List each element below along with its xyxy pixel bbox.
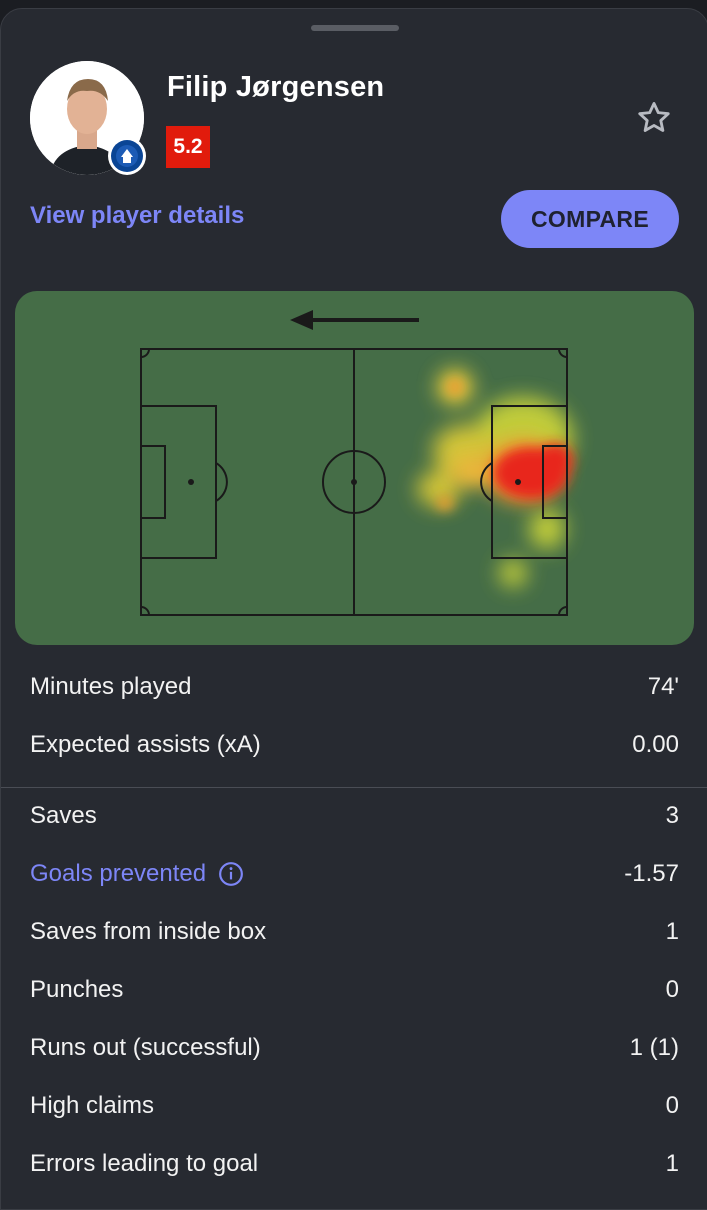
- chelsea-badge-icon: [108, 137, 146, 175]
- stat-row-xa: Expected assists (xA) 0.00: [1, 717, 707, 775]
- stat-label: Punches: [30, 976, 124, 1003]
- star-icon[interactable]: [635, 99, 673, 137]
- compare-button[interactable]: COMPARE: [501, 190, 679, 248]
- heatmap-pitch: [15, 291, 694, 645]
- stat-label: Minutes played: [30, 673, 192, 700]
- stat-row-high-claims: High claims 0: [1, 1078, 707, 1136]
- stat-row-minutes: Minutes played 74': [1, 659, 707, 717]
- stat-row-errors-to-goal: Errors leading to goal 1: [1, 1136, 707, 1194]
- stat-label: Errors leading to goal: [30, 1150, 259, 1177]
- stat-label: Runs out (successful): [30, 1034, 261, 1061]
- stat-row-goals-prevented[interactable]: Goals prevented -1.57: [1, 846, 707, 904]
- attack-direction-arrow-icon: [290, 310, 419, 330]
- stat-label: Expected assists (xA): [30, 731, 261, 758]
- player-rating-badge: 5.2: [166, 126, 210, 168]
- stat-value: 0: [665, 1092, 679, 1119]
- stat-value: 1 (1): [629, 1034, 679, 1061]
- stat-value: 0: [665, 976, 679, 1003]
- drag-handle[interactable]: [311, 25, 399, 31]
- stat-value: -1.57: [624, 860, 679, 887]
- info-icon[interactable]: [218, 861, 244, 887]
- stat-row-saves: Saves 3: [1, 788, 707, 846]
- stat-row-punches: Punches 0: [1, 962, 707, 1020]
- player-name: Filip Jørgensen: [167, 71, 385, 103]
- stat-label: Goals prevented: [30, 860, 207, 887]
- stat-row-saves-inside-box: Saves from inside box 1: [1, 904, 707, 962]
- stat-row-runs-out: Runs out (successful) 1 (1): [1, 1020, 707, 1078]
- stat-value: 3: [665, 802, 679, 829]
- stats-list: Minutes played 74' Expected assists (xA)…: [1, 659, 707, 1194]
- stat-label: Saves: [30, 802, 97, 829]
- view-player-details-link[interactable]: View player details: [30, 202, 244, 230]
- stat-label: High claims: [30, 1092, 155, 1119]
- stat-value: 74': [647, 673, 679, 700]
- stat-value: 1: [665, 1150, 679, 1177]
- heatmap-hotspots: [417, 369, 573, 587]
- stat-label: Saves from inside box: [30, 918, 267, 945]
- player-sheet: Filip Jørgensen 5.2 View player details …: [0, 8, 707, 1210]
- stat-value: 0.00: [632, 731, 679, 758]
- goals-prevented-link[interactable]: Goals prevented: [30, 860, 244, 888]
- stat-value: 1: [665, 918, 679, 945]
